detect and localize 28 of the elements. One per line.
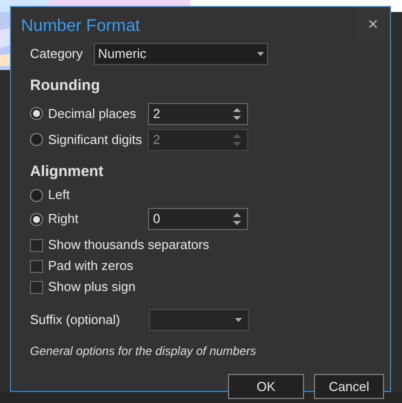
rounding-heading: Rounding [30, 76, 101, 96]
radio-button[interactable]: Left [30, 185, 148, 205]
alignment-heading: Alignment [30, 162, 104, 182]
spin-arrows-icon [233, 106, 241, 120]
number-spinner[interactable]: 0 [148, 208, 248, 230]
radio-button[interactable]: Decimal places [30, 104, 148, 124]
checkbox-square-icon [30, 280, 43, 294]
checkbox[interactable]: Show plus sign [30, 279, 390, 295]
category-dropdown[interactable]: Numeric [94, 43, 268, 65]
description-text: General options for the display of numbers [30, 343, 258, 360]
radio-circle-icon [30, 212, 43, 226]
suffix-label: Suffix (optional) [30, 311, 122, 330]
spin-arrows-icon [233, 132, 241, 146]
checkbox-square-icon [30, 260, 43, 272]
cancel-button[interactable]: Cancel [314, 374, 384, 399]
radio-circle-icon [30, 107, 43, 120]
radio-button[interactable]: Right [30, 209, 148, 229]
checkbox[interactable]: Pad with zeros [30, 258, 390, 274]
dialog-title: Number Format [21, 15, 140, 38]
category-label: Category [30, 45, 84, 64]
caret-icon [235, 318, 242, 322]
ok-button[interactable]: OK [228, 374, 304, 399]
caret-icon [257, 52, 264, 56]
number-spinner[interactable]: 2 [148, 102, 248, 124]
checkbox-square-icon [30, 238, 43, 252]
spin-arrows-icon [233, 212, 241, 226]
suffix-dropdown[interactable] [149, 309, 249, 331]
checkbox[interactable]: Show thousands separators [30, 237, 390, 253]
